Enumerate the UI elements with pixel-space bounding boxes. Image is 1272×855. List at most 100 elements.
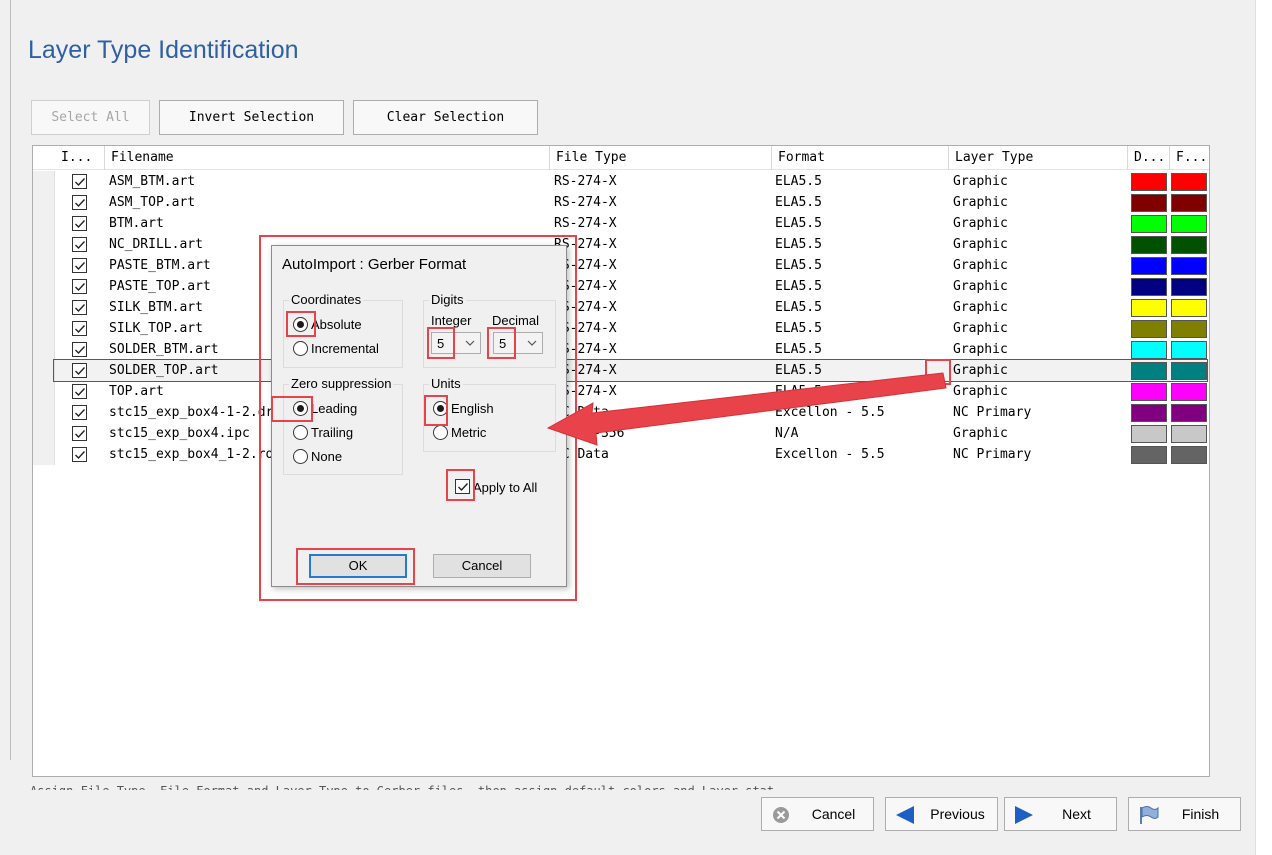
- layer-type-cell[interactable]: Graphic: [953, 276, 1008, 297]
- table-row[interactable]: BTM.art RS-274-X ELA5.5 Graphic: [33, 213, 1209, 234]
- format-cell[interactable]: N/A: [775, 423, 798, 444]
- trailing-radio[interactable]: [293, 425, 308, 440]
- file-color-swatch[interactable]: [1171, 215, 1207, 233]
- layer-type-cell[interactable]: Graphic: [953, 360, 1008, 381]
- column-header-filename[interactable]: Filename: [105, 146, 550, 170]
- previous-button[interactable]: Previous: [885, 797, 998, 831]
- display-color-swatch[interactable]: [1131, 194, 1167, 212]
- filename-cell[interactable]: stc15_exp_box4-1-2.drl: [109, 402, 281, 423]
- filename-cell[interactable]: stc15_exp_box4.ipc: [109, 423, 250, 444]
- layer-type-cell[interactable]: Graphic: [953, 234, 1008, 255]
- format-cell[interactable]: ELA5.5: [775, 318, 822, 339]
- metric-radio[interactable]: [433, 425, 448, 440]
- file-color-swatch[interactable]: [1171, 362, 1207, 380]
- file-color-swatch[interactable]: [1171, 278, 1207, 296]
- file-color-swatch[interactable]: [1171, 236, 1207, 254]
- row-header[interactable]: [33, 318, 55, 339]
- display-color-swatch[interactable]: [1131, 362, 1167, 380]
- import-checkbox[interactable]: [72, 174, 87, 189]
- format-cell[interactable]: ELA5.5: [775, 255, 822, 276]
- row-header[interactable]: [33, 213, 55, 234]
- format-cell[interactable]: ELA5.5: [775, 276, 822, 297]
- file-type-cell[interactable]: RS-274-X: [554, 213, 617, 234]
- layer-type-cell[interactable]: Graphic: [953, 297, 1008, 318]
- none-radio[interactable]: [293, 449, 308, 464]
- format-cell[interactable]: ELA5.5: [775, 192, 822, 213]
- display-color-swatch[interactable]: [1131, 425, 1167, 443]
- import-checkbox[interactable]: [72, 363, 87, 378]
- filename-cell[interactable]: stc15_exp_box4_1-2.rou: [109, 444, 281, 465]
- layer-type-cell[interactable]: NC Primary: [953, 444, 1031, 465]
- decimal-digits-select[interactable]: 5: [493, 332, 543, 354]
- column-header-file-color[interactable]: F...: [1170, 146, 1209, 170]
- row-header[interactable]: [33, 339, 55, 360]
- format-cell[interactable]: ELA5.5: [775, 297, 822, 318]
- import-checkbox[interactable]: [72, 384, 87, 399]
- row-header[interactable]: [33, 234, 55, 255]
- table-row[interactable]: stc15_exp_box4.ipc IPC-D-356 N/A Graphic: [33, 423, 1209, 444]
- leading-radio[interactable]: [293, 401, 308, 416]
- import-checkbox[interactable]: [72, 300, 87, 315]
- filename-cell[interactable]: ASM_TOP.art: [109, 192, 195, 213]
- row-header[interactable]: [33, 381, 55, 402]
- format-cell[interactable]: ELA5.5: [775, 171, 822, 192]
- format-cell[interactable]: ELA5.5: [775, 213, 822, 234]
- import-checkbox[interactable]: [72, 405, 87, 420]
- file-color-swatch[interactable]: [1171, 257, 1207, 275]
- file-color-swatch[interactable]: [1171, 194, 1207, 212]
- file-type-cell[interactable]: RS-274-X: [554, 171, 617, 192]
- filename-cell[interactable]: TOP.art: [109, 381, 164, 402]
- file-color-swatch[interactable]: [1171, 341, 1207, 359]
- format-cell[interactable]: ELA5.5: [775, 339, 822, 360]
- display-color-swatch[interactable]: [1131, 257, 1167, 275]
- layer-type-cell[interactable]: Graphic: [953, 318, 1008, 339]
- select-all-button[interactable]: Select All: [31, 100, 150, 135]
- table-row[interactable]: SOLDER_BTM.art RS-274-X ELA5.5 Graphic: [33, 339, 1209, 360]
- table-row[interactable]: TOP.art RS-274-X ELA5.5 Graphic: [33, 381, 1209, 402]
- file-color-swatch[interactable]: [1171, 320, 1207, 338]
- layer-type-cell[interactable]: Graphic: [953, 213, 1008, 234]
- filename-cell[interactable]: SILK_TOP.art: [109, 318, 203, 339]
- format-cell[interactable]: ELA5.5: [775, 360, 822, 381]
- display-color-swatch[interactable]: [1131, 278, 1167, 296]
- format-cell[interactable]: Excellon - 5.5: [775, 444, 885, 465]
- filename-cell[interactable]: SOLDER_TOP.art: [109, 360, 219, 381]
- row-header[interactable]: [33, 255, 55, 276]
- layer-type-cell[interactable]: Graphic: [953, 339, 1008, 360]
- import-checkbox[interactable]: [72, 321, 87, 336]
- table-row[interactable]: SILK_TOP.art RS-274-X ELA5.5 Graphic: [33, 318, 1209, 339]
- row-header[interactable]: [33, 360, 55, 381]
- layer-type-cell[interactable]: Graphic: [953, 381, 1008, 402]
- filename-cell[interactable]: SILK_BTM.art: [109, 297, 203, 318]
- filename-cell[interactable]: NC_DRILL.art: [109, 234, 203, 255]
- row-header[interactable]: [33, 423, 55, 444]
- table-row[interactable]: stc15_exp_box4_1-2.rou NC Data Excellon - …: [33, 444, 1209, 465]
- row-header[interactable]: [33, 276, 55, 297]
- import-checkbox[interactable]: [72, 447, 87, 462]
- table-row[interactable]: ASM_BTM.art RS-274-X ELA5.5 Graphic: [33, 171, 1209, 192]
- layer-type-cell[interactable]: Graphic: [953, 192, 1008, 213]
- import-checkbox[interactable]: [72, 258, 87, 273]
- layer-grid[interactable]: I... Filename File Type Format Layer Typ…: [32, 145, 1210, 777]
- ok-button[interactable]: OK: [309, 554, 407, 578]
- import-checkbox[interactable]: [72, 279, 87, 294]
- display-color-swatch[interactable]: [1131, 404, 1167, 422]
- import-checkbox[interactable]: [72, 342, 87, 357]
- import-checkbox[interactable]: [72, 426, 87, 441]
- file-color-swatch[interactable]: [1171, 173, 1207, 191]
- row-header[interactable]: [33, 402, 55, 423]
- format-cell[interactable]: Excellon - 5.5: [775, 402, 885, 423]
- layer-type-cell[interactable]: Graphic: [953, 255, 1008, 276]
- table-row[interactable]: ASM_TOP.art RS-274-X ELA5.5 Graphic: [33, 192, 1209, 213]
- row-header[interactable]: [33, 171, 55, 192]
- display-color-swatch[interactable]: [1131, 383, 1167, 401]
- absolute-radio[interactable]: [293, 317, 308, 332]
- english-radio[interactable]: [433, 401, 448, 416]
- filename-cell[interactable]: SOLDER_BTM.art: [109, 339, 219, 360]
- row-header[interactable]: [33, 444, 55, 465]
- table-row[interactable]: stc15_exp_box4-1-2.drl NC Data Excellon - …: [33, 402, 1209, 423]
- integer-digits-select[interactable]: 5: [431, 332, 481, 354]
- format-cell[interactable]: ELA5.5: [775, 381, 822, 402]
- file-type-cell[interactable]: RS-274-X: [554, 192, 617, 213]
- display-color-swatch[interactable]: [1131, 299, 1167, 317]
